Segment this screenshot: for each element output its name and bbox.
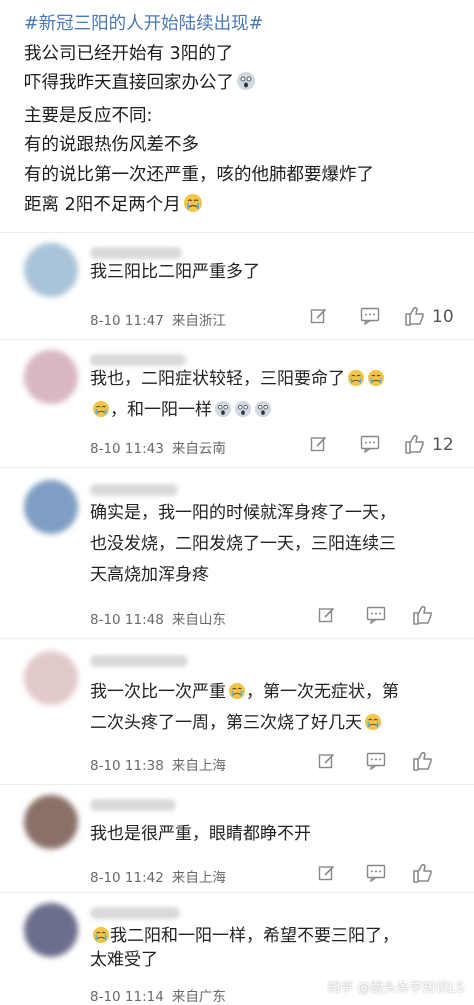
like-icon[interactable]: [412, 750, 434, 772]
avatar[interactable]: [24, 795, 78, 849]
username[interactable]: [90, 907, 180, 919]
crying-emoji-icon: [367, 367, 385, 398]
comment-text: 二次头疼了一周，第三次烧了好几天: [90, 708, 382, 742]
comment-text: 我三阳比二阳严重多了: [90, 257, 260, 288]
comment-time: 8-10 11:14: [90, 989, 164, 1005]
comment-time: 8-10 11:48: [90, 612, 164, 628]
username[interactable]: [90, 484, 178, 496]
comment-meta: 8-10 11:14 来自广东: [90, 985, 234, 1005]
comment-text: 天高烧加浑身疼: [90, 560, 209, 591]
edit-icon[interactable]: [318, 606, 336, 624]
post-line: 有的说跟热伤风差不多: [24, 131, 458, 161]
comment: 我一次比一次严重，第一次无症状，第 二次头疼了一周，第三次烧了好几天 8-10 …: [0, 638, 474, 784]
comment-meta: 8-10 11:43 来自云南: [90, 437, 234, 457]
comment: 我也是很严重，眼睛都睁不开 8-10 11:42 来自上海: [0, 784, 474, 892]
like-icon[interactable]: [412, 604, 434, 626]
crying-emoji-icon: [364, 711, 382, 742]
comment-location: 来自云南: [172, 441, 226, 457]
comment-meta: 8-10 11:38 来自上海: [90, 754, 234, 774]
edit-icon[interactable]: [310, 435, 328, 453]
avatar[interactable]: [24, 903, 78, 957]
comment: 我也，二阳症状较轻，三阳要命了 ，和一阳一样 8-10 11:43 来自云南 12: [0, 339, 474, 467]
comment-text: ，和一阳一样: [90, 395, 272, 429]
scared-emoji-icon: [254, 398, 272, 429]
comment-text: 我也是很严重，眼睛都睁不开: [90, 819, 311, 850]
post-line: 吓得我昨天直接回家办公了: [24, 69, 458, 102]
comment-location: 来自浙江: [172, 313, 226, 329]
post-body: #新冠三阳的人开始陆续出现# 我公司已经开始有 3阳的了 吓得我昨天直接回家办公…: [0, 0, 474, 223]
comment-icon[interactable]: [366, 606, 386, 624]
post-hashtag[interactable]: #新冠三阳的人开始陆续出现#: [24, 10, 458, 40]
comment-time: 8-10 11:47: [90, 313, 164, 329]
like-icon[interactable]: [412, 862, 434, 884]
avatar[interactable]: [24, 651, 78, 705]
comment-list: 我三阳比二阳严重多了 8-10 11:47 来自浙江 10 我也，二阳症状较轻，三…: [0, 232, 474, 1005]
post-line: 我公司已经开始有 3阳的了: [24, 40, 458, 70]
comment-location: 来自山东: [172, 612, 226, 628]
comment-icon[interactable]: [366, 752, 386, 770]
scared-emoji-icon: [214, 398, 232, 429]
like-icon[interactable]: [404, 305, 426, 327]
post-line: 距离 2阳不足两个月: [24, 191, 458, 224]
comment-icon[interactable]: [360, 307, 380, 325]
crying-emoji-icon: [347, 367, 365, 398]
avatar[interactable]: [24, 350, 78, 404]
comment-text: 也没发烧，二阳发烧了一天，三阳连续三: [90, 529, 396, 560]
comment-meta: 8-10 11:48 来自山东: [90, 608, 234, 628]
comment-time: 8-10 11:38: [90, 758, 164, 774]
post-line: 主要是反应不同:: [24, 102, 458, 132]
comment-meta: 8-10 11:47 来自浙江: [90, 309, 234, 329]
comment-icon[interactable]: [360, 435, 380, 453]
comment-time: 8-10 11:43: [90, 441, 164, 457]
comment-location: 来自广东: [172, 989, 226, 1005]
comment-text: 我也，二阳症状较轻，三阳要命了: [90, 364, 385, 398]
comment-text: 我一次比一次严重，第一次无症状，第: [90, 677, 399, 711]
comment-icon[interactable]: [366, 864, 386, 882]
comment-location: 来自上海: [172, 870, 226, 886]
username[interactable]: [90, 655, 188, 667]
like-count: 10: [432, 307, 454, 327]
crying-emoji-icon: [228, 680, 246, 711]
avatar[interactable]: [24, 243, 78, 297]
watermark: 知乎 @跟头条学知识LS: [327, 977, 464, 996]
edit-icon[interactable]: [310, 307, 328, 325]
comment-meta: 8-10 11:42 来自上海: [90, 866, 234, 886]
like-count: 12: [432, 435, 454, 455]
edit-icon[interactable]: [318, 864, 336, 882]
crying-emoji-icon: [183, 193, 203, 224]
comment: 我三阳比二阳严重多了 8-10 11:47 来自浙江 10: [0, 232, 474, 339]
scared-emoji-icon: [236, 71, 256, 102]
scared-emoji-icon: [234, 398, 252, 429]
comment-text: 确实是，我一阳的时候就浑身疼了一天，: [90, 498, 396, 529]
like-icon[interactable]: [404, 433, 426, 455]
comment: 确实是，我一阳的时候就浑身疼了一天， 也没发烧，二阳发烧了一天，三阳连续三 天高…: [0, 467, 474, 638]
username[interactable]: [90, 799, 176, 811]
avatar[interactable]: [24, 480, 78, 534]
comment-time: 8-10 11:42: [90, 870, 164, 886]
comment-text: 太难受了: [90, 945, 158, 976]
crying-emoji-icon: [92, 398, 110, 429]
comment-location: 来自上海: [172, 758, 226, 774]
post-line: 有的说比第一次还严重，咳的他肺都要爆炸了: [24, 161, 458, 191]
edit-icon[interactable]: [318, 752, 336, 770]
